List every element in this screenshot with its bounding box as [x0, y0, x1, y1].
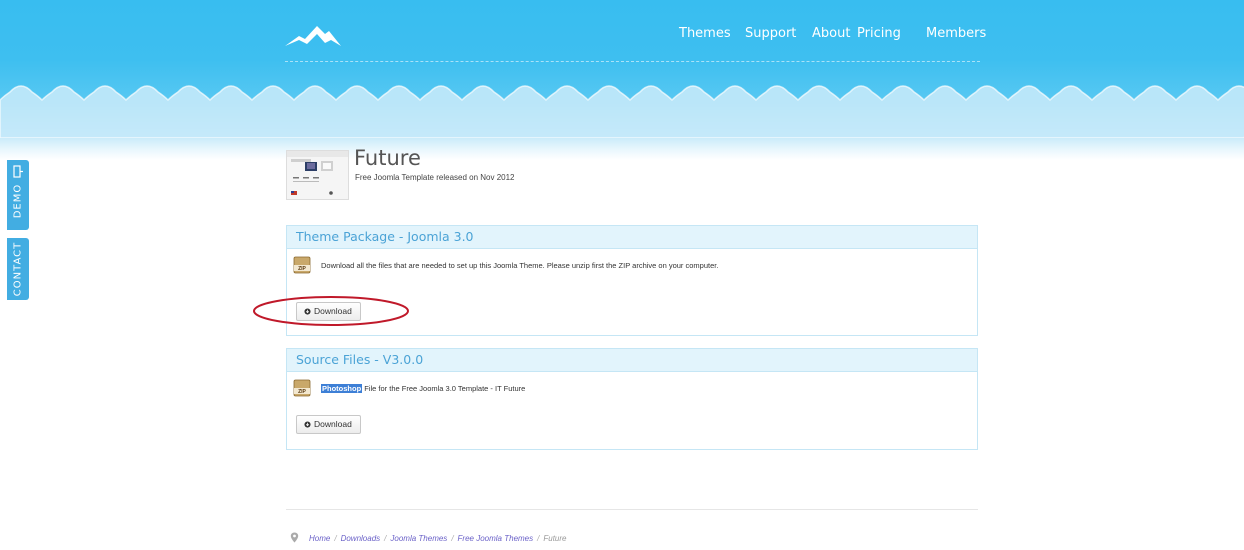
nav-item-members[interactable]: Members [926, 26, 986, 41]
page-title: Future [354, 146, 421, 170]
source-files-panel: Source Files - V3.0.0 ZIP Photoshop File… [286, 348, 978, 450]
download-circle-icon [304, 308, 311, 315]
mountain-logo-icon[interactable] [285, 22, 341, 48]
contact-tab-label: CONTACT [12, 241, 24, 297]
panel-heading: Source Files - V3.0.0 [287, 349, 977, 372]
door-exit-icon [13, 165, 23, 178]
main-nav: Themes Support About Pricing Members [660, 26, 986, 46]
theme-package-panel: Theme Package - Joomla 3.0 ZIP Download … [286, 225, 978, 336]
contact-tab[interactable]: CONTACT [7, 238, 29, 300]
download-button-label: Download [314, 306, 352, 316]
svg-text:ZIP: ZIP [298, 266, 306, 272]
panel-description: Photoshop File for the Free Joomla 3.0 T… [321, 384, 525, 393]
header-banner: Themes Support About Pricing Members [0, 0, 1244, 160]
template-preview-image [287, 151, 348, 195]
panel-heading: Theme Package - Joomla 3.0 [287, 226, 977, 249]
panel-description: Download all the files that are needed t… [321, 261, 719, 270]
nav-item-support[interactable]: Support [745, 26, 796, 41]
nav-divider [285, 61, 980, 62]
download-button[interactable]: Download [296, 302, 361, 321]
template-thumbnail[interactable] [286, 150, 349, 200]
breadcrumb-joomla-themes[interactable]: Joomla Themes [390, 534, 447, 543]
download-circle-icon [304, 421, 311, 428]
download-button-label: Download [314, 419, 352, 429]
download-button[interactable]: Download [296, 415, 361, 434]
demo-tab[interactable]: DEMO [7, 160, 29, 230]
footer-divider [286, 509, 978, 510]
breadcrumb-current: Future [543, 534, 567, 543]
location-pin-icon [290, 532, 299, 543]
breadcrumb-free-joomla-themes[interactable]: Free Joomla Themes [458, 534, 534, 543]
nav-item-themes[interactable]: Themes [679, 26, 731, 41]
page-subtitle: Free Joomla Template released on Nov 201… [355, 173, 515, 182]
selected-text: Photoshop [321, 384, 363, 393]
zip-icon: ZIP [293, 256, 311, 274]
breadcrumb-home[interactable]: Home [309, 534, 330, 543]
breadcrumb-downloads[interactable]: Downloads [341, 534, 381, 543]
demo-tab-label: DEMO [12, 183, 24, 218]
description-rest: File for the Free Joomla 3.0 Template - … [362, 384, 526, 393]
nav-item-pricing[interactable]: Pricing [857, 26, 901, 41]
nav-item-about[interactable]: About [812, 26, 850, 41]
zip-icon: ZIP [293, 379, 311, 397]
cloud-border [0, 85, 1244, 138]
svg-text:ZIP: ZIP [298, 389, 306, 395]
